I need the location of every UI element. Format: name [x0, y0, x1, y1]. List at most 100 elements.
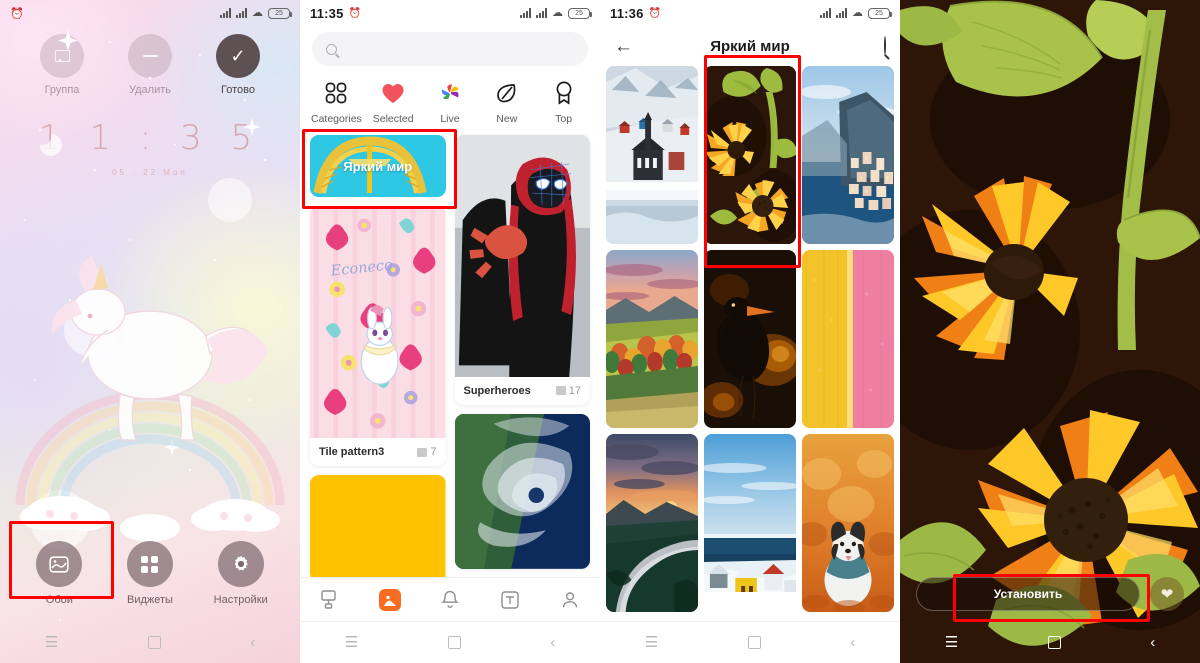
floral-pattern-thumb: Econeco	[310, 206, 446, 439]
panel-wallpaper-app-home: 11:35 ⏰ ☁ 25 Categories Selected Live Ne…	[300, 0, 600, 663]
alarm-icon: ⏰	[648, 7, 661, 19]
category-top[interactable]: Top	[537, 80, 591, 125]
wallpaper-yellow-pink-stripes[interactable]	[802, 250, 894, 428]
dock-wallpaper-circle	[36, 541, 83, 587]
card-tile-pattern3[interactable]: Econeco Tile pattern3 7	[310, 206, 446, 467]
wallpaper-roller-icon	[320, 590, 336, 609]
card-hurricane[interactable]	[454, 413, 590, 569]
statusbar-panel2: 11:35 ⏰ ☁ 25	[300, 0, 600, 26]
app-tabbar	[300, 577, 600, 621]
image-count-icon	[555, 386, 566, 396]
android-navbar-panel4: ☰ ‹	[900, 621, 1200, 663]
preview-action-bar: Установить ❤	[900, 577, 1200, 611]
panel-wallpaper-preview: Установить ❤ ☰ ‹	[900, 0, 1200, 663]
sunflower-wallpaper-preview	[900, 0, 1200, 663]
signal-bars-icon	[520, 8, 531, 18]
wallpaper-heron-bokeh[interactable]	[704, 250, 796, 428]
home-square-icon[interactable]	[747, 636, 761, 649]
back-chevron-icon[interactable]: ‹	[1150, 635, 1155, 650]
column-left: Яркий мир Econeco Tile pattern3 7	[310, 135, 446, 582]
menu-icon[interactable]: ☰	[945, 635, 958, 650]
search-icon[interactable]	[884, 36, 886, 55]
back-chevron-icon[interactable]: ‹	[850, 635, 855, 650]
card-title: Superheroes	[463, 384, 531, 397]
settings-gear-icon	[234, 555, 248, 571]
home-square-icon[interactable]	[147, 635, 161, 649]
signal-bars-2-icon	[536, 8, 547, 18]
tab-profile[interactable]	[553, 587, 587, 613]
category-categories[interactable]: Categories	[309, 80, 363, 125]
alarm-icon: ⏰	[348, 7, 361, 19]
tab-themes[interactable]	[373, 587, 407, 613]
wallpaper-icon	[49, 555, 69, 573]
search-input[interactable]	[312, 32, 588, 66]
wallpaper-dog-autumn[interactable]	[802, 434, 894, 612]
banner-title: Яркий мир	[343, 158, 413, 174]
edit-mode-dock: Обои Виджеты Настройки	[0, 541, 300, 620]
dock-item-wallpaper[interactable]: Обои	[20, 541, 98, 606]
back-arrow-icon[interactable]: ←	[614, 37, 633, 56]
android-navbar-panel2: ☰ ‹	[300, 621, 600, 663]
statusbar-left-3: 11:36 ⏰	[610, 6, 661, 21]
battery-indicator: 25	[268, 7, 292, 19]
category-selected[interactable]: Selected	[366, 80, 420, 125]
wallpaper-card-columns: Яркий мир Econeco Tile pattern3 7 Superh…	[300, 135, 600, 582]
banner-bright-world[interactable]: Яркий мир	[310, 135, 446, 197]
back-chevron-icon[interactable]: ‹	[550, 635, 555, 650]
page-title: Яркий мир	[710, 37, 790, 55]
wallpaper-snow-houses-sea[interactable]	[704, 434, 796, 612]
column-right: Superheroes 17	[454, 135, 591, 582]
wallpaper-positano-coast[interactable]	[802, 66, 894, 244]
tab-notifications[interactable]	[433, 587, 467, 613]
tab-fonts[interactable]	[493, 587, 527, 613]
bell-icon	[441, 590, 459, 608]
category-top-label: Top	[555, 113, 573, 125]
wallpaper-autumn-hills[interactable]	[606, 250, 698, 428]
widgets-icon	[141, 555, 159, 573]
leaf-icon	[480, 80, 534, 106]
wifi-icon: ☁	[252, 6, 263, 19]
dock-widgets-label: Виджеты	[127, 594, 173, 606]
themes-icon	[379, 588, 401, 611]
android-navbar-panel1: ☰ ‹	[0, 621, 300, 663]
card-yellow-block[interactable]	[310, 475, 446, 582]
dock-item-settings[interactable]: Настройки	[202, 541, 280, 606]
font-t-icon	[501, 590, 519, 609]
wifi-icon: ☁	[852, 6, 863, 19]
card-meta-superheroes: Superheroes 17	[455, 377, 591, 405]
battery-indicator: 25	[568, 7, 592, 19]
wallpaper-snow-village[interactable]	[606, 66, 698, 244]
signal-bars-icon	[220, 8, 231, 18]
tab-wallpaper[interactable]	[313, 587, 347, 613]
wallpaper-sunflowers-dark[interactable]	[704, 66, 796, 244]
wifi-icon: ☁	[552, 6, 563, 19]
statusbar-right-3: ☁ 25	[820, 6, 892, 19]
favorite-button[interactable]: ❤	[1150, 577, 1184, 611]
card-title: Tile pattern3	[319, 446, 385, 459]
home-square-icon[interactable]	[1047, 635, 1061, 649]
panel-category-grid: 11:36 ⏰ ☁ 25 ← Яркий мир ☰ ‹	[600, 0, 900, 663]
card-count: 17	[555, 385, 581, 397]
status-time: 11:36	[610, 5, 644, 21]
statusbar-left: ⏰	[10, 7, 24, 20]
yellow-block-thumb	[310, 475, 446, 582]
alarm-icon: ⏰	[10, 7, 24, 20]
card-superheroes[interactable]: Superheroes 17	[454, 135, 591, 405]
dock-item-widgets[interactable]: Виджеты	[111, 541, 189, 606]
category-live[interactable]: Live	[423, 80, 477, 125]
install-button[interactable]: Установить	[916, 577, 1140, 611]
image-count-icon	[417, 447, 428, 457]
wallpaper-mountain-road-sunset[interactable]	[606, 434, 698, 612]
spiderman-thumb	[454, 135, 590, 377]
category-nav-row: Categories Selected Live New Top	[300, 66, 600, 135]
card-count: 7	[417, 446, 437, 458]
category-new[interactable]: New	[480, 80, 534, 125]
statusbar-panel3: 11:36 ⏰ ☁ 25	[600, 0, 900, 26]
menu-icon[interactable]: ☰	[645, 635, 658, 650]
panel-home-edit-mode: ⏰ ☁ 25 Группа Удалить ✓ Готово 1 1: 3 5…	[0, 0, 300, 663]
menu-icon[interactable]: ☰	[345, 635, 358, 650]
menu-icon[interactable]: ☰	[45, 635, 58, 650]
back-chevron-icon[interactable]: ‹	[250, 635, 255, 650]
home-square-icon[interactable]	[447, 636, 461, 649]
statusbar-left-2: 11:35 ⏰	[310, 6, 361, 21]
